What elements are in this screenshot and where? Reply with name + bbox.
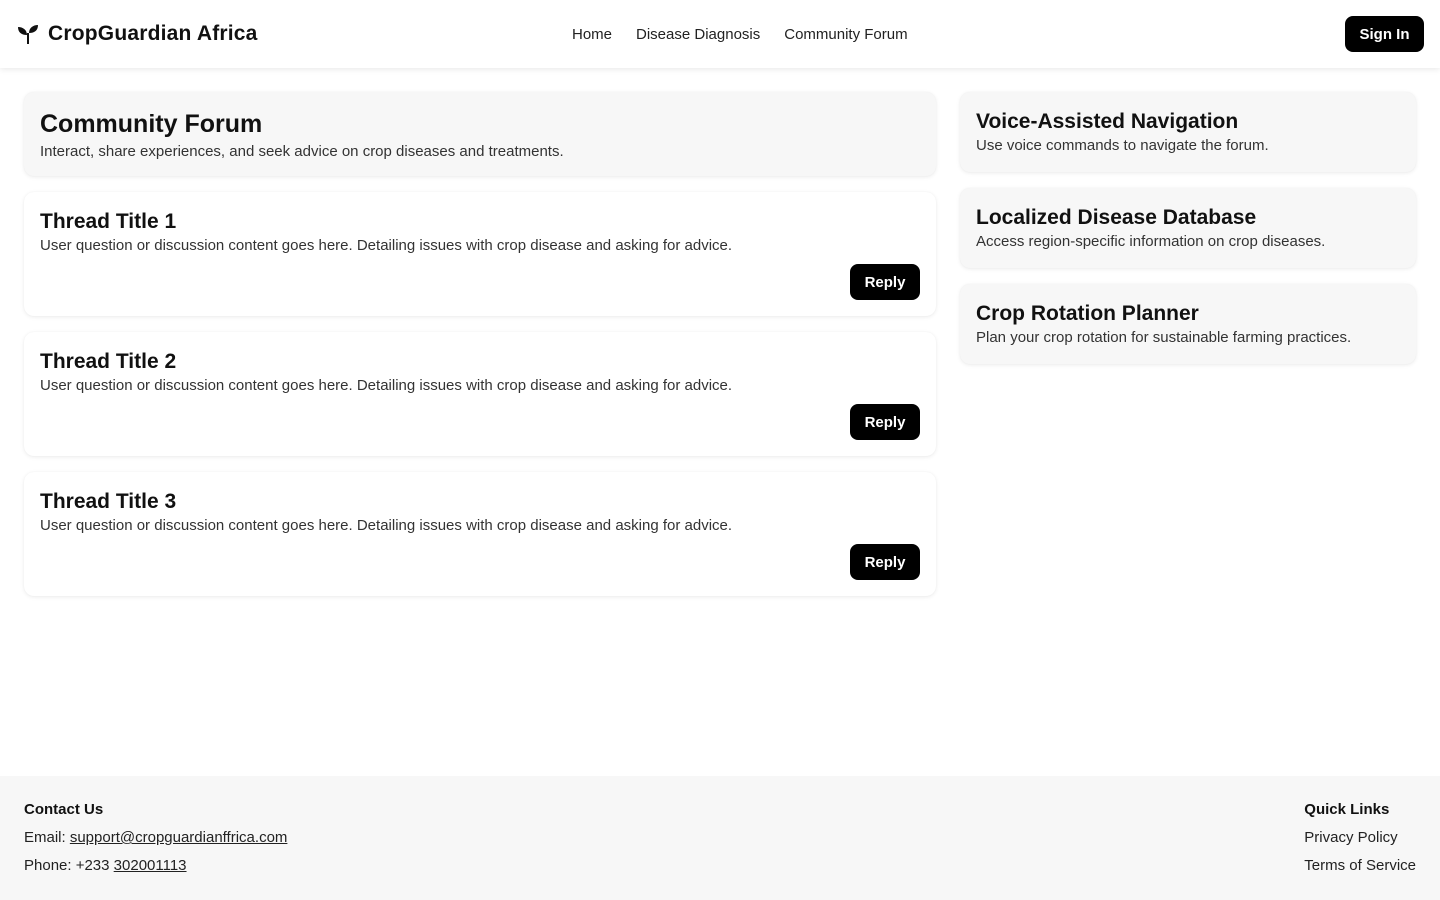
phone-link[interactable]: 302001113: [114, 857, 187, 874]
feature-description: Plan your crop rotation for sustainable …: [976, 329, 1352, 346]
feature-card-crop-rotation[interactable]: Crop Rotation Planner Plan your crop rot…: [960, 284, 1416, 364]
feature-card-voice-navigation[interactable]: Voice-Assisted Navigation Use voice comm…: [960, 92, 1416, 172]
page-description: Interact, share experiences, and seek ad…: [40, 143, 564, 160]
email-link[interactable]: support@cropguardianffrica.com: [70, 829, 288, 846]
app-root: CropGuardian Africa Home Disease Diagnos…: [0, 0, 1440, 900]
thread-card: Thread Title 1 User question or discussi…: [24, 192, 936, 316]
main-nav: Home Disease Diagnosis Community Forum: [572, 0, 908, 68]
footer-quick-links: Quick Links Privacy Policy Terms of Serv…: [1304, 800, 1416, 884]
thread-card: Thread Title 3 User question or discussi…: [24, 472, 936, 596]
thread-body: User question or discussion content goes…: [40, 377, 733, 394]
forum-intro-card: Community Forum Interact, share experien…: [24, 92, 936, 176]
forum-main: Community Forum Interact, share experien…: [24, 92, 936, 596]
terms-of-service-link[interactable]: Terms of Service: [1304, 856, 1416, 876]
feature-card-disease-database[interactable]: Localized Disease Database Access region…: [960, 188, 1416, 268]
top-header: CropGuardian Africa Home Disease Diagnos…: [0, 0, 1440, 68]
contact-phone: Phone: +233 302001113: [24, 856, 287, 876]
reply-button[interactable]: Reply: [850, 544, 920, 580]
feature-description: Use voice commands to navigate the forum…: [976, 137, 1269, 154]
page-title: Community Forum: [40, 110, 263, 138]
privacy-policy-link[interactable]: Privacy Policy: [1304, 828, 1416, 848]
page-footer: Contact Us Email: support@cropguardianff…: [0, 776, 1440, 900]
reply-button[interactable]: Reply: [850, 404, 920, 440]
sign-in-button[interactable]: Sign In: [1345, 16, 1424, 52]
thread-body: User question or discussion content goes…: [40, 517, 733, 534]
contact-email: Email: support@cropguardianffrica.com: [24, 828, 287, 848]
feature-sidebar: Voice-Assisted Navigation Use voice comm…: [960, 92, 1416, 380]
brand[interactable]: CropGuardian Africa: [16, 0, 258, 68]
sprout-icon: [18, 25, 38, 44]
feature-description: Access region-specific information on cr…: [976, 233, 1326, 250]
brand-name: CropGuardian Africa: [48, 22, 258, 45]
email-label: Email:: [24, 829, 70, 846]
nav-disease-diagnosis[interactable]: Disease Diagnosis: [636, 26, 760, 43]
nav-community-forum[interactable]: Community Forum: [784, 26, 907, 43]
thread-body: User question or discussion content goes…: [40, 237, 733, 254]
feature-title: Localized Disease Database: [976, 206, 1257, 229]
phone-label: Phone: +233: [24, 857, 114, 874]
thread-card: Thread Title 2 User question or discussi…: [24, 332, 936, 456]
thread-title[interactable]: Thread Title 1: [40, 208, 920, 236]
feature-title: Crop Rotation Planner: [976, 302, 1199, 325]
reply-button[interactable]: Reply: [850, 264, 920, 300]
footer-contact: Contact Us Email: support@cropguardianff…: [24, 800, 287, 884]
thread-title[interactable]: Thread Title 3: [40, 488, 920, 516]
contact-heading: Contact Us: [24, 801, 104, 818]
quick-links-heading: Quick Links: [1304, 801, 1390, 818]
thread-title[interactable]: Thread Title 2: [40, 348, 920, 376]
feature-title: Voice-Assisted Navigation: [976, 110, 1239, 133]
nav-home[interactable]: Home: [572, 26, 612, 43]
